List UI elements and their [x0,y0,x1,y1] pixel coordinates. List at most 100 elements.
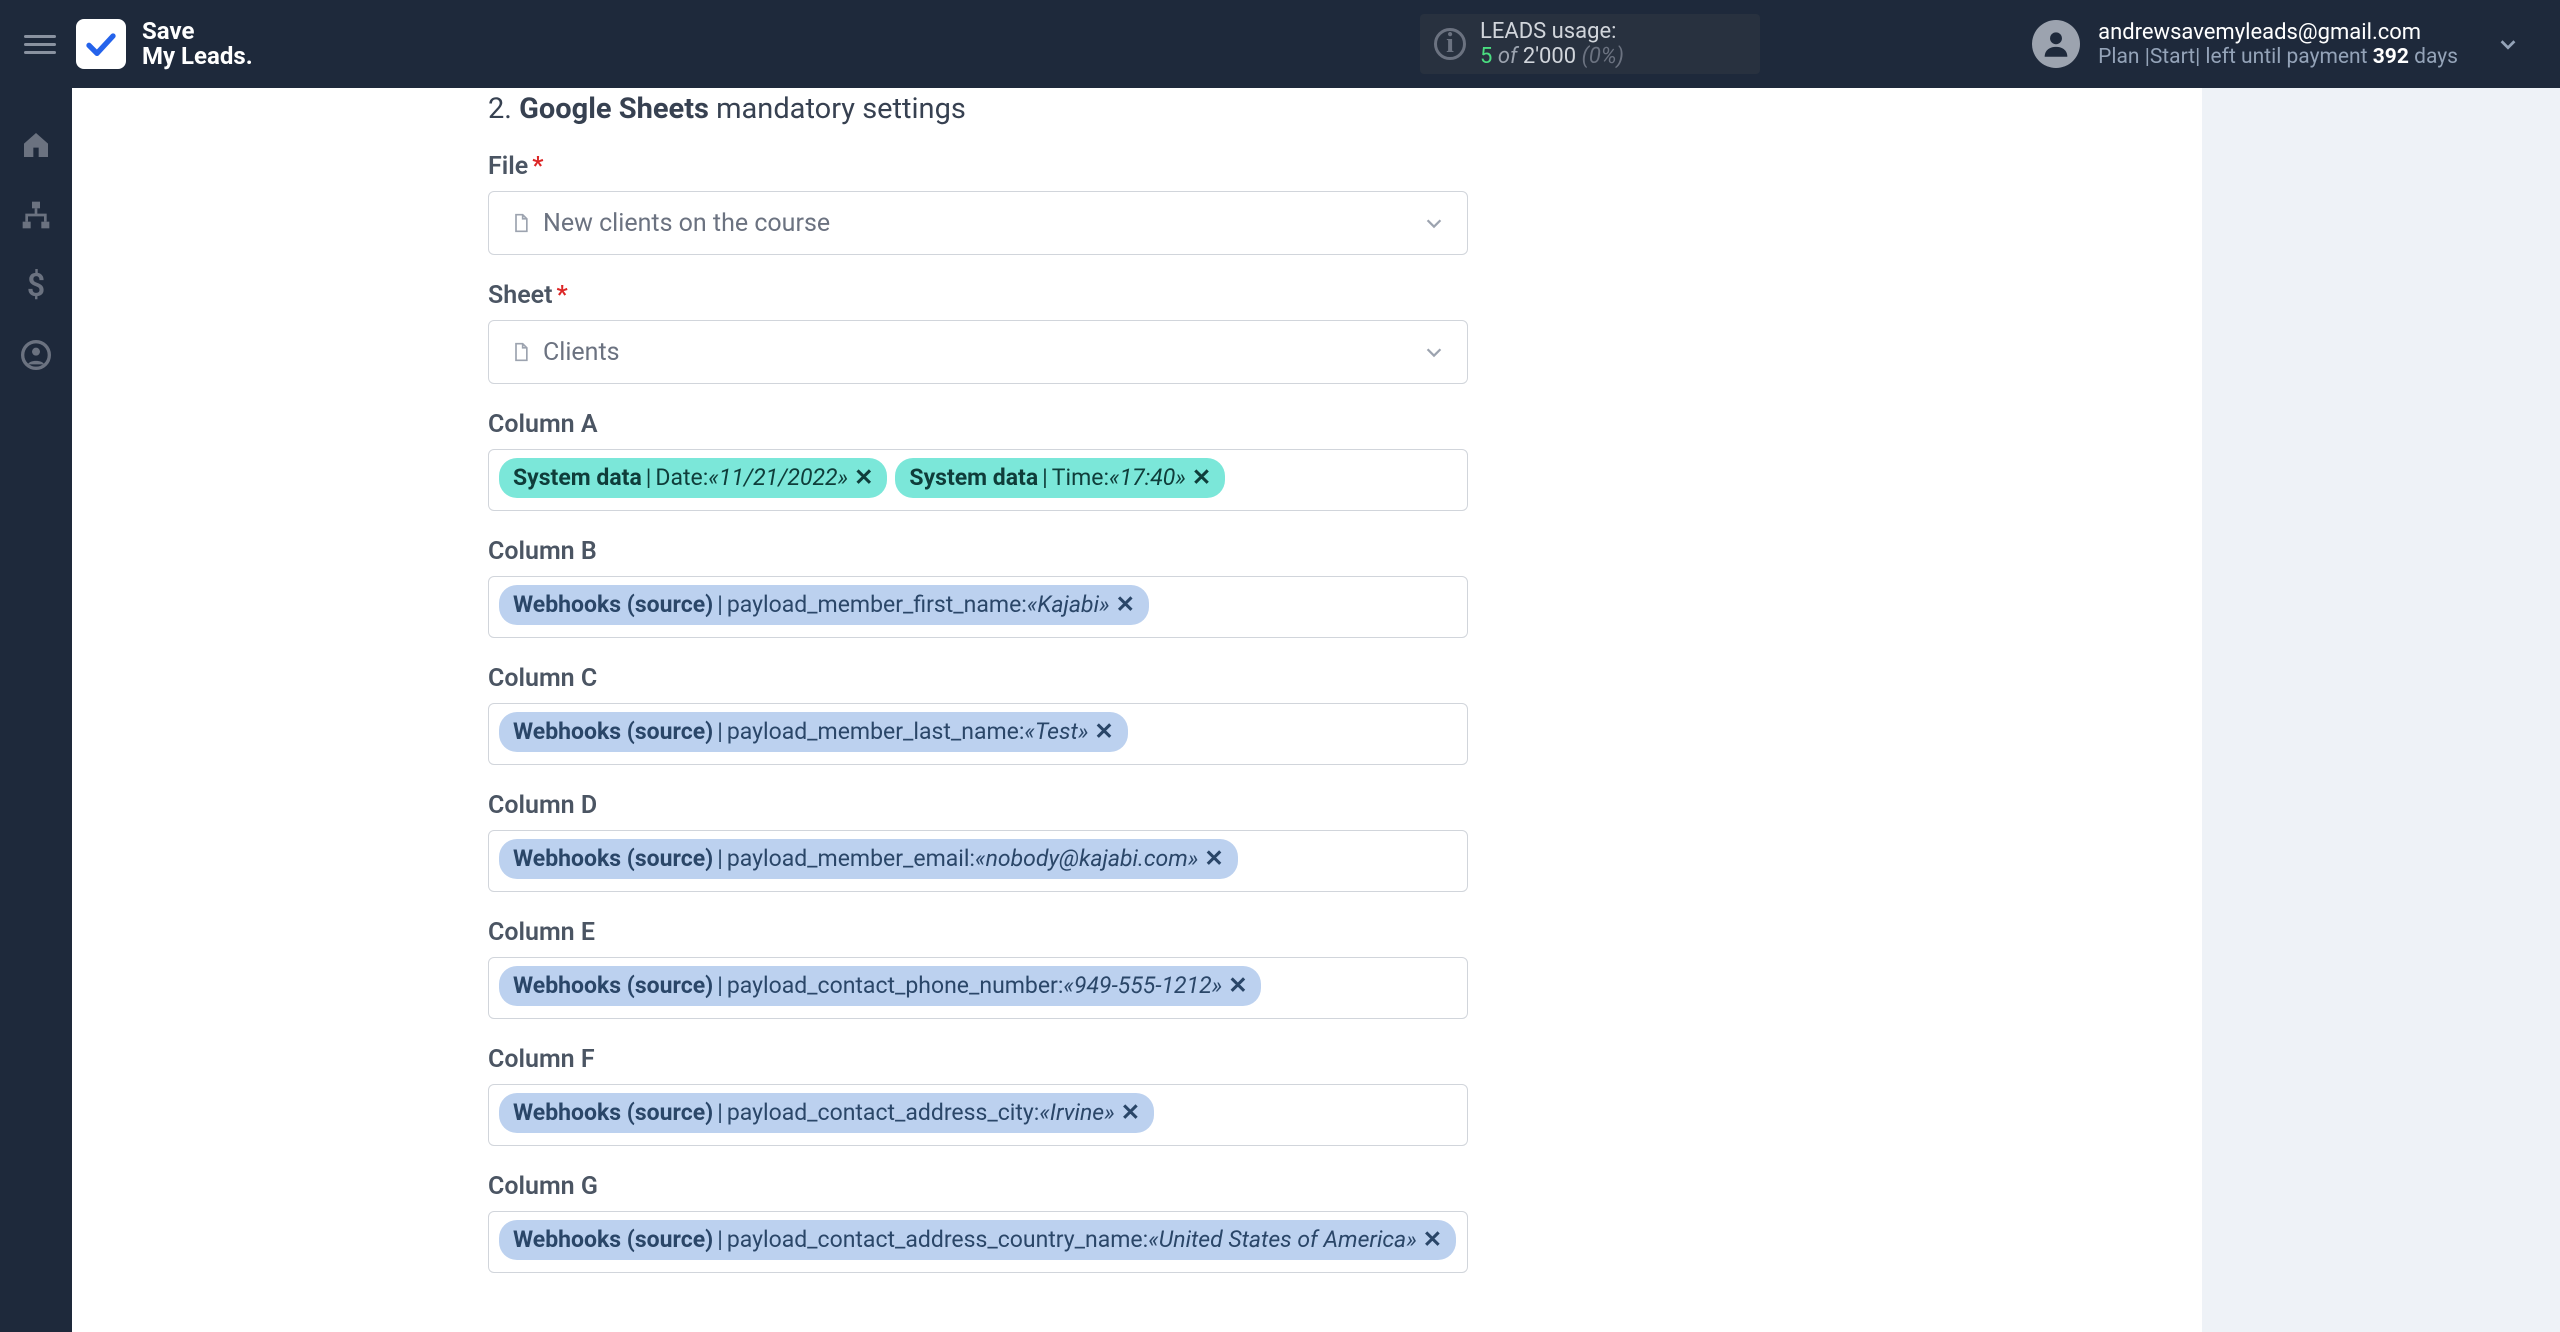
tag-field: payload_member_email: [727,845,975,873]
column-tag-input[interactable]: Webhooks (source) | payload_contact_addr… [488,1211,1468,1273]
tag-remove-button[interactable]: ✕ [1204,845,1223,873]
mapping-tag: Webhooks (source) | payload_contact_addr… [499,1093,1154,1133]
sidebar: $ [0,88,72,1332]
mapping-tag: Webhooks (source) | payload_member_first… [499,585,1149,625]
tag-remove-button[interactable]: ✕ [1094,718,1113,746]
chevron-down-icon [2497,33,2519,55]
usage-title: LEADS usage: [1480,19,1740,44]
column-tag-input[interactable]: Webhooks (source) | payload_contact_addr… [488,1084,1468,1146]
account-expand-button[interactable] [2496,32,2520,56]
leads-usage-box: i LEADS usage: 5 of 2'000 (0%) [1420,14,1760,74]
tag-separator: | [646,464,652,492]
tag-separator: | [717,591,723,619]
tag-source: System data [909,464,1038,492]
column-tag-input[interactable]: Webhooks (source) | payload_contact_phon… [488,957,1468,1019]
tag-field: payload_contact_address_country_name: [727,1226,1148,1254]
tag-source: Webhooks (source) [513,591,713,619]
logo[interactable] [76,19,126,69]
tag-sample-value: «Irvine» [1039,1099,1114,1127]
sidebar-item-profile[interactable] [19,338,53,372]
tag-remove-button[interactable]: ✕ [1228,972,1247,1000]
brand-line1: Save [142,17,194,45]
menu-toggle-button[interactable] [24,28,56,60]
tag-field: payload_contact_phone_number: [727,972,1064,1000]
file-label-text: File [488,152,528,181]
brand-line2: My Leads. [142,44,253,69]
mapping-tag: Webhooks (source) | payload_contact_phon… [499,966,1261,1006]
account-area[interactable]: andrewsavemyleads@gmail.com Plan |Start|… [2032,20,2520,69]
tag-sample-value: «17:40» [1109,464,1186,492]
mapping-tag: Webhooks (source) | payload_member_email… [499,839,1238,879]
file-group: File* New clients on the course [488,152,1468,255]
sheet-value: Clients [543,338,620,367]
usage-pct: (0%) [1582,44,1624,69]
tag-sample-value: «11/21/2022» [708,464,848,492]
tag-remove-button[interactable]: ✕ [1423,1226,1442,1254]
tag-separator: | [717,1099,723,1127]
tag-separator: | [1042,464,1048,492]
usage-of: of [1498,44,1518,69]
column-group: Column GWebhooks (source) | payload_cont… [488,1172,1468,1273]
column-label: Column F [488,1045,1468,1074]
column-group: Column C Webhooks (source) | payload_memb… [488,664,1468,765]
column-group: Column F Webhooks (source) | payload_cont… [488,1045,1468,1146]
column-label: Column C [488,664,1468,693]
header: Save My Leads. i LEADS usage: 5 of 2'000… [0,0,2560,88]
column-group: Column E Webhooks (source) | payload_cont… [488,918,1468,1019]
file-select[interactable]: New clients on the course [488,191,1468,255]
plan-days: 392 [2373,45,2409,69]
tag-remove-button[interactable]: ✕ [854,464,873,492]
tag-field: payload_contact_address_city: [727,1099,1040,1127]
home-icon [20,129,52,161]
tag-separator: | [717,1226,723,1254]
chevron-down-icon [1423,341,1445,363]
account-email: andrewsavemyleads@gmail.com [2098,20,2458,45]
column-tag-input[interactable]: Webhooks (source) | payload_member_last_… [488,703,1468,765]
tag-source: Webhooks (source) [513,972,713,1000]
mapping-tag: System data | Date: «11/21/2022»✕ [499,458,887,498]
tag-sample-value: «nobody@kajabi.com» [975,845,1198,873]
column-tag-input[interactable]: Webhooks (source) | payload_member_email… [488,830,1468,892]
file-label: File* [488,152,1468,181]
sitemap-icon [20,199,52,231]
usage-used: 5 [1480,44,1492,69]
tag-source: Webhooks (source) [513,1226,713,1254]
sidebar-item-billing[interactable]: $ [19,268,53,302]
column-label: Column E [488,918,1468,947]
info-icon: i [1434,28,1466,60]
tag-remove-button[interactable]: ✕ [1116,591,1135,619]
column-tag-input[interactable]: System data | Date: «11/21/2022»✕ System … [488,449,1468,511]
plan-suffix: days [2409,45,2458,69]
sheet-chevron [1423,341,1445,363]
account-plan: Plan |Start| left until payment 392 days [2098,45,2458,69]
column-label: Column D [488,791,1468,820]
dollar-icon: $ [27,266,45,304]
avatar [2032,20,2080,68]
sheet-select[interactable]: Clients [488,320,1468,384]
usage-stats: 5 of 2'000 (0%) [1480,44,1740,69]
tag-sample-value: «United States of America» [1148,1226,1417,1254]
document-icon [511,211,531,235]
column-group: Column ASystem data | Date: «11/21/2022»… [488,410,1468,511]
mapping-tag: Webhooks (source) | payload_contact_addr… [499,1220,1456,1260]
user-icon [2039,27,2073,61]
section-strong: Google Sheets [519,92,709,126]
tag-source: Webhooks (source) [513,1099,713,1127]
tag-separator: | [717,718,723,746]
settings-card: 2. Google Sheets mandatory settings File… [72,88,2202,1332]
tag-remove-button[interactable]: ✕ [1121,1099,1140,1127]
user-circle-icon [20,339,52,371]
tag-remove-button[interactable]: ✕ [1192,464,1211,492]
sidebar-item-home[interactable] [19,128,53,162]
plan-prefix: Plan |Start| left until payment [2098,45,2373,69]
file-value: New clients on the course [543,209,830,238]
section-rest: mandatory settings [709,92,966,126]
sheet-label: Sheet* [488,281,1468,310]
column-label: Column B [488,537,1468,566]
section-num: 2. [488,92,512,126]
tag-sample-value: «Kajabi» [1027,591,1110,619]
sidebar-item-connections[interactable] [19,198,53,232]
column-tag-input[interactable]: Webhooks (source) | payload_member_first… [488,576,1468,638]
required-marker: * [557,281,568,310]
tag-separator: | [717,972,723,1000]
